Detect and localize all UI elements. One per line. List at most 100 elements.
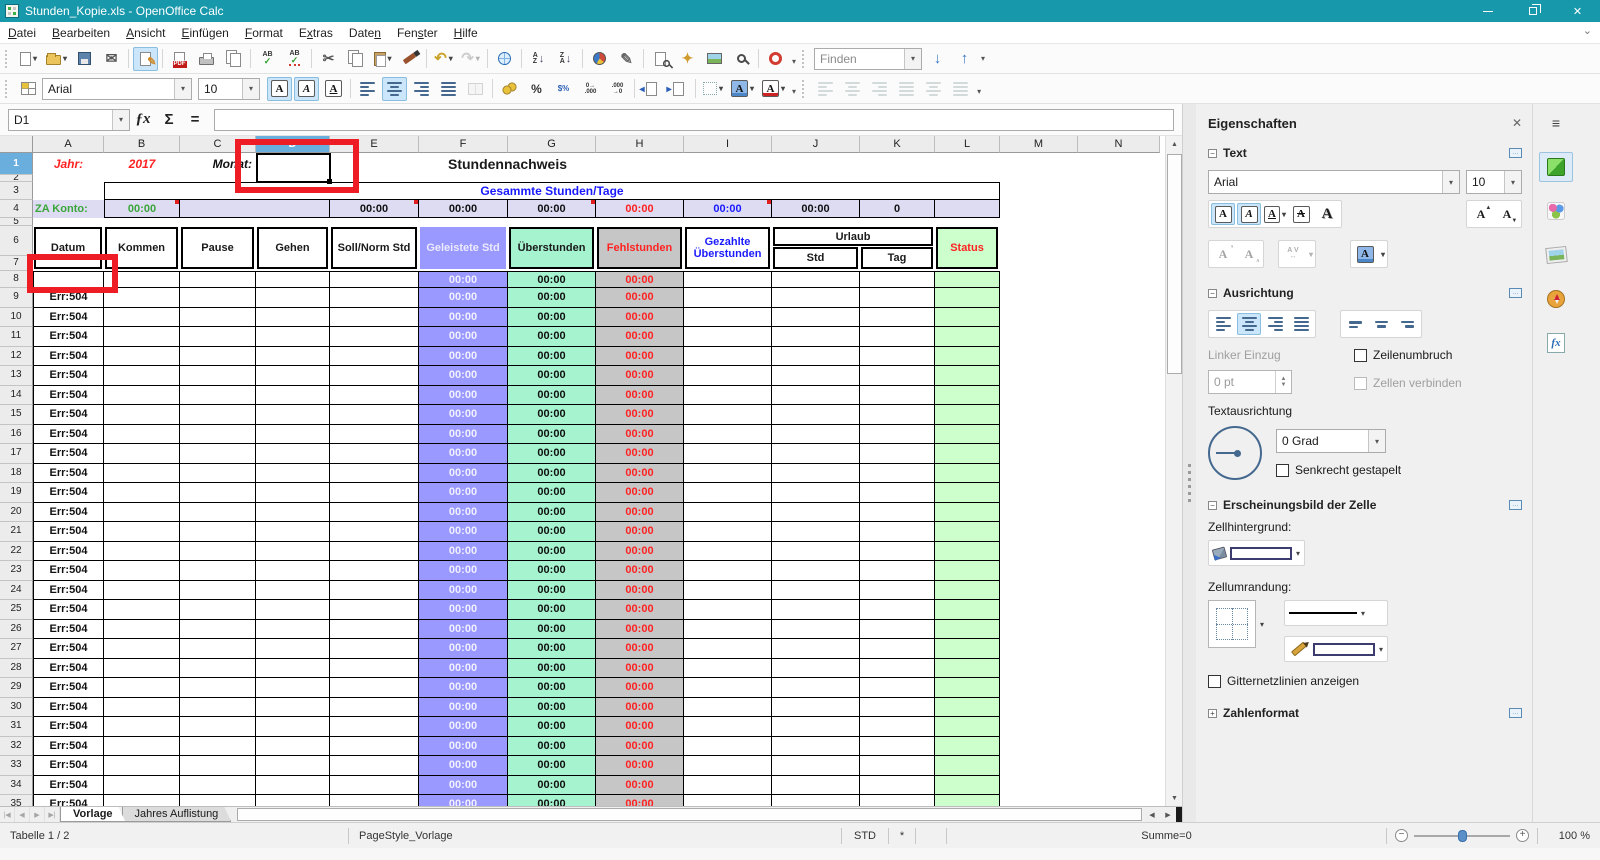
cell-G26[interactable]: 00:00 [508, 620, 596, 640]
cell-E17[interactable] [330, 444, 419, 464]
cell-N24[interactable] [1078, 581, 1160, 601]
save-button[interactable] [72, 47, 97, 71]
cell-A33[interactable]: Err:504 [33, 756, 104, 776]
sheet-title-cell[interactable]: Stundennachweis [419, 153, 596, 175]
cell-G27[interactable]: 00:00 [508, 639, 596, 659]
row-header-29[interactable]: 29 [0, 678, 33, 698]
cell-J18[interactable] [772, 464, 860, 484]
cell-F8[interactable]: 00:00 [419, 271, 508, 288]
cell-A1[interactable]: Jahr: [33, 153, 104, 175]
dropdown-arrow-icon[interactable]: ▾ [63, 54, 67, 63]
row-header-3[interactable]: 3 [0, 182, 33, 200]
sidebar-align-center-button[interactable] [1237, 313, 1261, 335]
cell-E15[interactable] [330, 405, 419, 425]
cell-F26[interactable]: 00:00 [419, 620, 508, 640]
header-gezahlte-ueberstunden[interactable]: Gezahlte Überstunden [685, 227, 770, 269]
section-cell-appearance-header[interactable]: − Erscheinungsbild der Zelle … [1208, 494, 1522, 516]
cell-D11[interactable] [256, 327, 330, 347]
decrease-font-button[interactable]: A▼ [1495, 203, 1519, 225]
cell-B26[interactable] [104, 620, 180, 640]
cell-J20[interactable] [772, 503, 860, 523]
column-header-G[interactable]: G [508, 136, 596, 153]
cell-D17[interactable] [256, 444, 330, 464]
cell-G33[interactable]: 00:00 [508, 756, 596, 776]
cell-J15[interactable] [772, 405, 860, 425]
sidebar-align-right-button[interactable] [1263, 313, 1287, 335]
cell-M30[interactable] [1000, 698, 1078, 718]
cell-L24[interactable] [935, 581, 1000, 601]
header-fehlstunden[interactable]: Fehlstunden [597, 227, 682, 269]
cell-G13[interactable]: 00:00 [508, 366, 596, 386]
cell-E30[interactable] [330, 698, 419, 718]
row-header-30[interactable]: 30 [0, 698, 33, 718]
cell-G22[interactable]: 00:00 [508, 542, 596, 562]
header-datum[interactable]: Datum [34, 227, 102, 269]
column-header-E[interactable]: E [330, 136, 419, 153]
cell-M21[interactable] [1000, 522, 1078, 542]
cell-A19[interactable]: Err:504 [33, 483, 104, 503]
styles-tab[interactable] [1539, 196, 1573, 226]
cell-J33[interactable] [772, 756, 860, 776]
first-sheet-icon[interactable]: |◀ [0, 807, 15, 822]
row-header-5[interactable]: 5 [0, 218, 33, 226]
cell-K19[interactable] [860, 483, 935, 503]
toolbar-overflow-icon[interactable]: ▾ [792, 85, 796, 96]
row-header-9[interactable]: 9 [0, 288, 33, 308]
sidebar-strikethrough-button[interactable]: A [1289, 203, 1313, 225]
cell-L34[interactable] [935, 776, 1000, 796]
cell-N12[interactable] [1078, 347, 1160, 367]
open-button[interactable]: ▾ [43, 47, 70, 71]
cell-J4[interactable]: 00:00 [772, 200, 860, 218]
table-grid-button[interactable] [16, 77, 41, 101]
cell-C33[interactable] [180, 756, 256, 776]
show-gridlines-checkbox[interactable]: Gitternetzlinien anzeigen [1208, 674, 1522, 688]
cell-K5[interactable] [860, 218, 935, 226]
cell-F15[interactable]: 00:00 [419, 405, 508, 425]
cell-K2[interactable] [860, 175, 935, 182]
cell-E28[interactable] [330, 659, 419, 679]
toolbar-overflow-icon[interactable]: ▾ [977, 85, 981, 96]
rotation-degrees-combo[interactable]: 0 Grad ▾ [1276, 429, 1386, 453]
cell-I24[interactable] [684, 581, 772, 601]
cell-G14[interactable]: 00:00 [508, 386, 596, 406]
font-size-combo[interactable]: 10 ▾ [198, 78, 260, 100]
hyperlink-button[interactable] [492, 47, 517, 71]
cell-B27[interactable] [104, 639, 180, 659]
cell-I18[interactable] [684, 464, 772, 484]
cell-I28[interactable] [684, 659, 772, 679]
name-box[interactable]: D1 ▾ [8, 109, 130, 131]
cell-A16[interactable]: Err:504 [33, 425, 104, 445]
zoom-out-icon[interactable]: − [1395, 829, 1408, 842]
cell-N14[interactable] [1078, 386, 1160, 406]
italic-button[interactable]: A [294, 77, 319, 101]
cell-K14[interactable] [860, 386, 935, 406]
cell-N17[interactable] [1078, 444, 1160, 464]
cell-A18[interactable]: Err:504 [33, 464, 104, 484]
cell-K15[interactable] [860, 405, 935, 425]
help-button[interactable] [763, 47, 788, 71]
cell-C4[interactable] [180, 200, 330, 218]
cell-I31[interactable] [684, 717, 772, 737]
cell-C35[interactable] [180, 795, 256, 806]
cell-A30[interactable]: Err:504 [33, 698, 104, 718]
cell-C18[interactable] [180, 464, 256, 484]
bold-button[interactable]: A [267, 77, 292, 101]
align-justified-button[interactable] [436, 77, 461, 101]
cell-I29[interactable] [684, 678, 772, 698]
background-color-button[interactable]: A▾ [728, 77, 757, 101]
column-header-H[interactable]: H [596, 136, 684, 153]
dropdown-arrow-icon[interactable]: ▾ [781, 84, 785, 93]
split-handle[interactable] [1176, 807, 1182, 822]
cell-L2[interactable] [935, 175, 1000, 182]
menu-datei[interactable]: Datei [0, 22, 44, 44]
cell-E4[interactable]: 00:00 [330, 200, 419, 218]
cell-A4[interactable]: ZA Konto: [33, 200, 104, 218]
cell-I32[interactable] [684, 737, 772, 757]
row-header-23[interactable]: 23 [0, 561, 33, 581]
cell-E18[interactable] [330, 464, 419, 484]
cell-G2[interactable] [508, 175, 596, 182]
cell-L14[interactable] [935, 386, 1000, 406]
cell-D18[interactable] [256, 464, 330, 484]
cell-B4[interactable]: 00:00 [104, 200, 180, 218]
row-header-18[interactable]: 18 [0, 464, 33, 484]
